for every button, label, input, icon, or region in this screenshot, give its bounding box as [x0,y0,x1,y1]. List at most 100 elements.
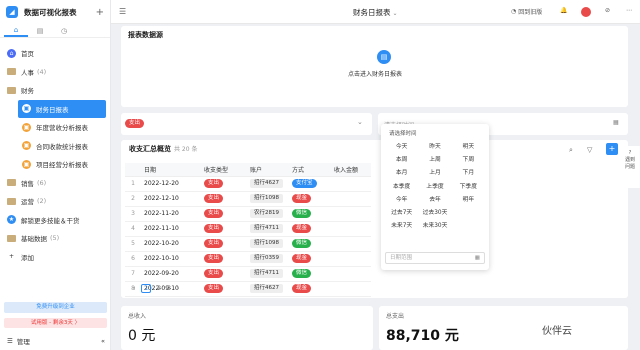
type-badge: 支出 [204,224,224,233]
sidebar-item-3[interactable]: ▣ 财务日报表 [18,99,106,118]
table-row[interactable]: 3 2022-11-20 支出 农行2819 微信 [125,206,371,222]
date-preset-3[interactable]: 本周 [385,156,418,165]
row-method: 现金 [289,281,331,297]
row-income [331,251,371,267]
method-badge: 现金 [292,194,312,203]
menu-icon[interactable]: ☰ [119,7,126,16]
table-row[interactable]: 7 2022-09-20 支出 招行4711 微信 [125,266,371,282]
sidebar-item-2[interactable]: 财务 [0,81,110,100]
row-income [331,206,371,222]
row-number: 5 [125,236,141,252]
table-row[interactable]: 4 2022-11-10 支出 招行4711 现金 [125,221,371,237]
page-1[interactable]: 1 [141,284,152,293]
topbar: ☰ 财务日报表 ⌄ ◔ 回到旧版 🔔 ⊘ ⋯ [111,0,640,24]
date-preset-5[interactable]: 下周 [452,156,485,165]
account-badge: 招行4711 [250,224,283,233]
folder-icon [7,67,16,76]
data-source-link[interactable]: 点击进入财务日报表 [348,69,402,78]
add-record-button[interactable]: + [606,143,618,155]
account-badge: 招行0359 [250,254,283,263]
manage-button[interactable]: ☰ 管理 « [7,336,105,346]
date-range-input[interactable]: 日期范围 ▦ [385,252,485,264]
account-badge: 招行1098 [250,194,283,203]
collapse-icon[interactable]: « [101,337,105,345]
bell-icon[interactable]: 🔔 [560,7,567,14]
tab-home[interactable]: ⌂ [4,24,28,37]
row-type: 支出 [201,281,247,297]
calendar-icon: ▦ [474,255,480,261]
row-income [331,176,371,192]
app-logo-icon: ◢ [6,6,18,18]
page-4[interactable]: › [177,285,179,292]
account-badge: 招行4711 [250,269,283,278]
sidebar-item-7[interactable]: 销售 (6) [0,174,110,193]
row-type: 支出 [201,251,247,267]
sidebar-item-11[interactable]: + 添加 [0,248,110,267]
date-preset-15[interactable]: 过去7天 [385,209,418,218]
search-icon[interactable]: ⌕ [569,146,573,155]
upgrade-button[interactable]: 免费升级到企业 [4,302,107,313]
row-number: 4 [125,221,141,237]
date-preset-8[interactable]: 下月 [452,169,485,178]
add-plus-icon[interactable]: + [96,7,104,18]
more-icon[interactable]: ⋯ [626,7,632,14]
help-panel[interactable]: ? 遇到问题 [620,146,640,188]
star-icon: ★ [7,215,16,225]
row-account: 招行0359 [247,251,289,267]
sidebar-item-0[interactable]: ⌂ 首页 [0,44,110,63]
sidebar-item-6[interactable]: ▣ 项目经营分析报表 [0,155,110,174]
document-icon[interactable]: ▤ [377,50,391,64]
date-preset-13[interactable]: 去年 [418,196,451,205]
table-title: 收支汇总概览共 20 条 [129,144,197,154]
date-preset-16[interactable]: 过去30天 [418,209,451,218]
date-preset-6[interactable]: 本月 [385,169,418,178]
page-0[interactable]: ‹ [133,285,135,292]
table-row[interactable]: 2 2022-12-10 支出 招行1098 现金 [125,191,371,207]
sidebar-item-9[interactable]: ★ 解锁更多技能＆干货 [0,211,110,230]
page-title[interactable]: 财务日报表 ⌄ [353,7,398,18]
table-header-2: 收支类型 [201,163,247,177]
date-preset-12[interactable]: 今年 [385,196,418,205]
date-preset-1[interactable]: 昨天 [418,143,451,152]
main: 报表数据源 ▤ 点击进入财务日报表 支出 ⌄ 请选择时间 ▦ 收支汇总概览共 2… [111,24,640,350]
tab-table[interactable]: ▤ [28,24,52,37]
page-3[interactable]: 3 [167,285,171,292]
avatar[interactable] [581,7,591,17]
trial-banner[interactable]: 试用版 - 剩余3天 〉 [4,318,107,328]
date-preset-2[interactable]: 明天 [452,143,485,152]
date-preset-9[interactable]: 本季度 [385,183,418,192]
row-method: 现金 [289,221,331,237]
sidebar-item-4[interactable]: ▣ 年度营收分析报表 [0,118,110,137]
compass-icon[interactable]: ⊘ [605,7,610,14]
expense-tag: 支出 [125,119,145,128]
method-badge: 现金 [292,254,312,263]
table-row[interactable]: 6 2022-10-10 支出 招行0359 现金 [125,251,371,267]
date-preset-7[interactable]: 上月 [418,169,451,178]
table-count: 共 20 条 [174,146,198,153]
tab-recent[interactable]: ◷ [52,24,76,37]
date-preset-4[interactable]: 上周 [418,156,451,165]
row-income [331,266,371,282]
sidebar-item-8[interactable]: 运营 (2) [0,192,110,211]
date-range-placeholder: 日期范围 [390,255,413,261]
date-preset-18[interactable]: 未来7天 [385,222,418,231]
page-2[interactable]: 2 [157,285,161,292]
back-to-old-button[interactable]: ◔ 回到旧版 [511,7,542,16]
method-badge: 现金 [292,284,312,293]
row-account: 招行1098 [247,236,289,252]
table-row[interactable]: 1 2022-12-20 支出 招行4627 支付宝 [125,176,371,192]
add-icon: + [8,253,15,261]
sidebar-item-5[interactable]: ▣ 合同收款统计报表 [0,137,110,156]
date-preset-10[interactable]: 上季度 [418,183,451,192]
row-type: 支出 [201,221,247,237]
date-preset-19[interactable]: 未来30天 [418,222,451,231]
type-filter[interactable]: 支出 ⌄ [121,113,372,135]
filter-icon[interactable]: ▽ [587,146,592,154]
table-row[interactable]: 5 2022-10-20 支出 招行1098 微信 [125,236,371,252]
date-preset-11[interactable]: 下季度 [452,183,485,192]
sidebar-item-1[interactable]: 人事 (4) [0,63,110,82]
date-preset-0[interactable]: 今天 [385,143,418,152]
sidebar-item-10[interactable]: 基础数据 (5) [0,229,110,248]
table-header-5: 收入金额 [331,163,371,177]
date-preset-14[interactable]: 明年 [452,196,485,205]
